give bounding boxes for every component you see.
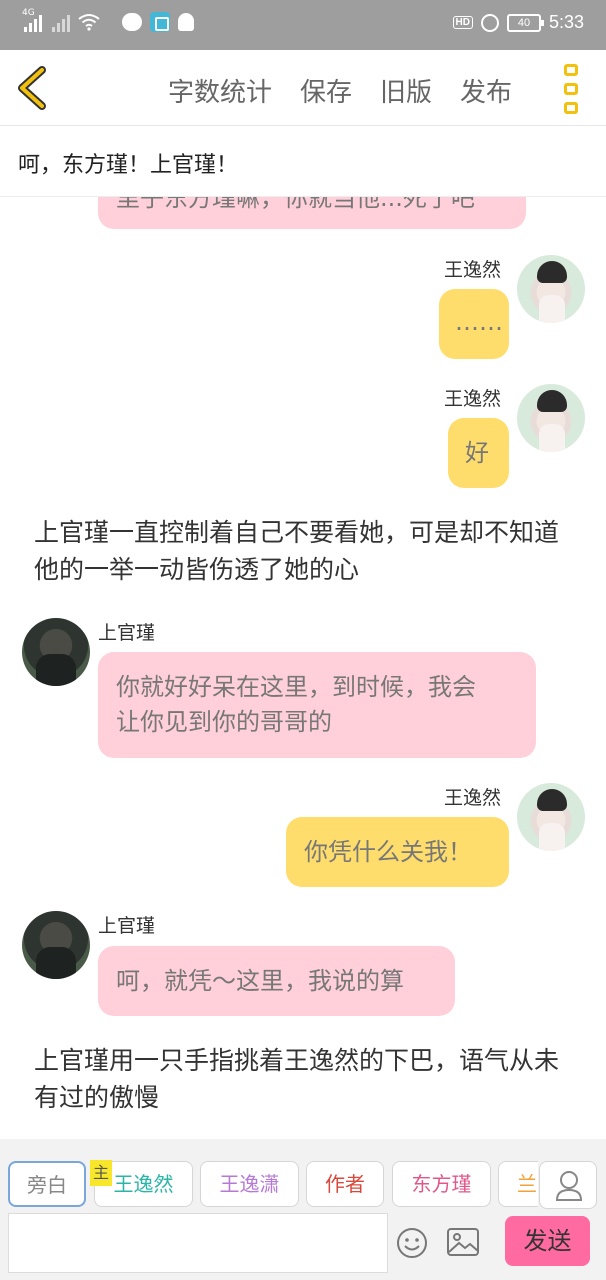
avatar[interactable] — [517, 783, 585, 851]
narration-text[interactable]: 上官瑾一直控制着自己不要看她，可是却不知道他的一举一动皆伤透了她的心 — [34, 514, 579, 588]
message-text: …… — [455, 308, 503, 336]
chat-area[interactable]: 里子东方瑾嘛，你就当他...死了吧 王逸然 …… 王逸然 好 上官瑾一直控制着自… — [0, 197, 606, 1139]
composer-area: 旁白 王逸然 王逸潇 作者 东方瑾 兰 主 发送 — [0, 1139, 606, 1280]
hd-icon: HD — [452, 16, 473, 29]
message-text: 呵，就凭～这里，我说的算 — [116, 967, 404, 995]
role-chip-dongfang-jin[interactable]: 东方瑾 — [392, 1161, 491, 1207]
status-bar: 4G HD 40 5:33 — [0, 0, 606, 50]
main-role-badge: 主 — [90, 1160, 112, 1186]
message-text: 好 — [465, 439, 489, 467]
message-bubble[interactable]: 你凭什么关我！ — [286, 817, 509, 887]
role-label: 兰 — [517, 1172, 537, 1196]
message-app-icon — [122, 13, 142, 31]
back-icon[interactable] — [14, 66, 54, 110]
chapter-title: 呵，东方瑾！上官瑾！ — [18, 153, 239, 178]
message-input[interactable] — [8, 1213, 388, 1273]
role-label: 东方瑾 — [411, 1172, 472, 1196]
role-label: 旁白 — [27, 1173, 67, 1197]
narration-text[interactable]: 上官瑾用一只手指挑着王逸然的下巴，语气从未有过的傲慢 — [34, 1042, 579, 1116]
clock: 5:33 — [548, 12, 584, 32]
word-count-button[interactable]: 字数统计 — [168, 72, 272, 109]
app-header: 字数统计 保存 旧版 发布 — [0, 50, 606, 126]
message-text-line: 你就好好呆在这里，到时候，我会 — [116, 673, 476, 701]
avatar[interactable] — [22, 618, 90, 686]
speaker-name: 上官瑾 — [98, 622, 156, 644]
message-text-line: 让你见到你的哥哥的 — [116, 708, 332, 736]
emoji-icon[interactable] — [396, 1227, 428, 1259]
wifi-icon — [78, 14, 100, 31]
message-bubble[interactable]: 呵，就凭～这里，我说的算 — [98, 946, 455, 1016]
status-right: HD 40 5:33 — [452, 12, 584, 33]
user-icon — [555, 1171, 583, 1201]
signal-icon-2 — [50, 12, 70, 32]
role-label: 作者 — [325, 1172, 365, 1196]
publish-button[interactable]: 发布 — [460, 72, 512, 109]
avatar[interactable] — [517, 384, 585, 452]
message-bubble[interactable]: 你就好好呆在这里，到时候，我会 让你见到你的哥哥的 — [98, 652, 536, 758]
speaker-name: 王逸然 — [444, 388, 502, 410]
image-icon[interactable] — [446, 1227, 480, 1257]
save-button[interactable]: 保存 — [300, 72, 352, 109]
role-manage-button[interactable] — [539, 1161, 597, 1209]
header-menu: 字数统计 保存 旧版 发布 — [168, 72, 512, 109]
message-bubble[interactable]: …… — [439, 289, 509, 359]
speaker-name: 王逸然 — [444, 259, 502, 281]
role-chip-narrator[interactable]: 旁白 — [8, 1161, 86, 1207]
role-chip-wang-yixiao[interactable]: 王逸潇 — [200, 1161, 299, 1207]
message-bubble[interactable]: 好 — [448, 418, 509, 488]
message-bubble[interactable]: 里子东方瑾嘛，你就当他...死了吧 — [98, 197, 526, 229]
qq-icon — [178, 13, 194, 31]
speaker-name: 王逸然 — [444, 787, 502, 809]
role-label: 王逸潇 — [219, 1172, 280, 1196]
role-selector: 旁白 王逸然 王逸潇 作者 东方瑾 兰 — [8, 1161, 538, 1207]
send-button[interactable]: 发送 — [505, 1216, 590, 1266]
role-chip-lan[interactable]: 兰 — [498, 1161, 538, 1207]
page: 4G HD 40 5:33 字数统计 保存 旧版 发布 呵，东方瑾！上官瑾！ 里… — [0, 0, 606, 1280]
speaker-name: 上官瑾 — [98, 915, 156, 937]
signal-icon: 4G — [22, 8, 42, 32]
chapter-title-field[interactable]: 呵，东方瑾！上官瑾！ — [0, 127, 606, 197]
alarm-icon — [480, 13, 499, 32]
avatar[interactable] — [22, 911, 90, 979]
role-label: 王逸然 — [113, 1172, 174, 1196]
network-type: 4G — [22, 8, 35, 18]
old-version-button[interactable]: 旧版 — [380, 72, 432, 109]
reading-app-icon — [150, 12, 170, 32]
status-left: 4G — [22, 8, 194, 32]
more-menu-icon[interactable] — [564, 64, 582, 114]
avatar[interactable] — [517, 255, 585, 323]
message-text: 你凭什么关我！ — [304, 838, 472, 866]
message-text: 里子东方瑾嘛，你就当他...死了吧 — [116, 197, 475, 212]
battery-icon: 40 — [506, 13, 544, 32]
role-chip-author[interactable]: 作者 — [306, 1161, 384, 1207]
